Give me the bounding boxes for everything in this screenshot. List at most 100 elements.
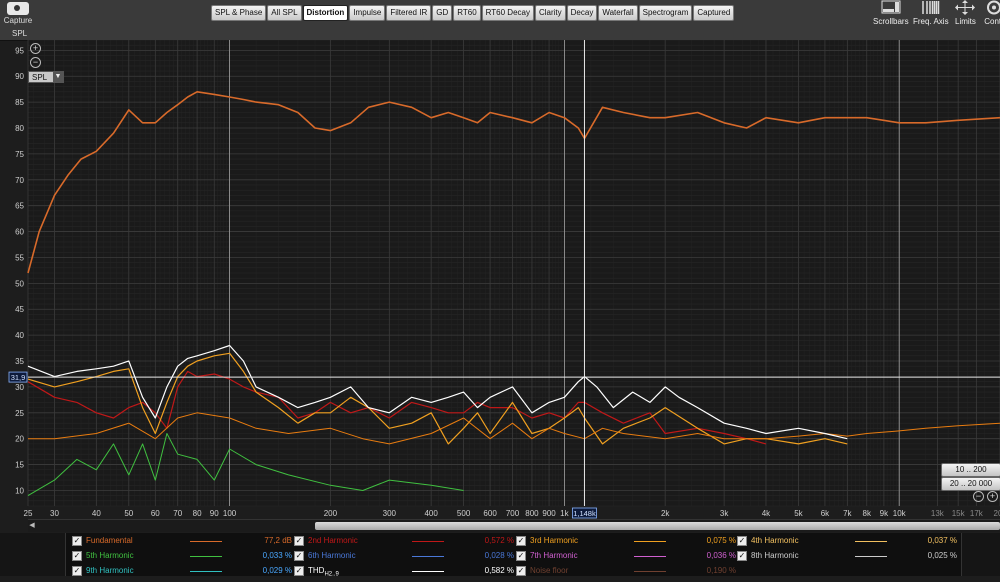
- x-tick-label: 2k: [661, 509, 670, 518]
- legend-series-label: 8th Harmonic: [751, 551, 799, 560]
- legend-series-name: 4th Harmonic: [751, 534, 799, 548]
- capture-button[interactable]: Capture: [2, 0, 34, 25]
- tab-clarity[interactable]: Clarity: [534, 5, 566, 21]
- x-zoom-out-icon[interactable]: −: [973, 491, 984, 502]
- legend-checkbox[interactable]: ✓: [516, 566, 526, 576]
- x-tick-label: 80: [193, 509, 202, 518]
- y-tick-label: 60: [15, 228, 24, 237]
- tab-impulse[interactable]: Impulse: [349, 5, 386, 21]
- legend-item: ✓ 6th Harmonic 0,028 %: [294, 549, 516, 563]
- legend-checkbox[interactable]: ✓: [737, 551, 747, 561]
- tab-waterfall[interactable]: Waterfall: [598, 5, 638, 21]
- y-axis-select-value: SPL: [32, 73, 48, 82]
- x-tick-label: 40: [92, 509, 101, 518]
- limits-label: Limits: [955, 17, 976, 26]
- controls-button[interactable]: Contr: [984, 0, 1000, 26]
- legend-series-label: 4th Harmonic: [751, 536, 799, 545]
- y-tick-label: 45: [15, 305, 24, 314]
- legend-series-label: Noise floor: [530, 566, 569, 575]
- legend-series-label: THD: [308, 566, 325, 575]
- legend-swatch: [634, 556, 666, 557]
- legend-checkbox[interactable]: ✓: [72, 536, 82, 546]
- scrollbar-thumb[interactable]: [315, 522, 1000, 530]
- legend-swatch: [190, 556, 222, 557]
- legend-checkbox[interactable]: ✓: [294, 566, 304, 576]
- y-tick-label: 90: [15, 72, 24, 81]
- x-tick-label: 700: [506, 509, 520, 518]
- legend-value: 0,028 %: [484, 551, 514, 560]
- limits-button[interactable]: Limits: [955, 0, 976, 26]
- legend-series-name: 5th Harmonic: [86, 549, 134, 563]
- x-tick-label: 600: [483, 509, 497, 518]
- tab-spl-phase[interactable]: SPL & Phase: [211, 5, 267, 21]
- x-tick-label: 5k: [794, 509, 803, 518]
- tab-gd[interactable]: GD: [432, 5, 453, 21]
- x-tick-label: 60: [151, 509, 160, 518]
- legend-value: 0,033 %: [262, 551, 292, 560]
- tab-filtered-ir[interactable]: Filtered IR: [386, 5, 432, 21]
- legend-series-label: 7th Harmonic: [530, 551, 578, 560]
- legend-value: 0,075 %: [706, 536, 736, 545]
- distortion-chart[interactable]: 10 15 20 25 30 35 40 45 50 55 60 65 70 75 80 85 90 95 25 30…: [0, 40, 1000, 520]
- legend-series-name: Fundamental: [86, 534, 133, 548]
- x-tick-label: 15k: [952, 509, 966, 518]
- legend-swatch: [855, 556, 887, 557]
- x-tick-label: 900: [542, 509, 556, 518]
- scrollbars-button[interactable]: Scrollbars: [873, 0, 909, 26]
- x-tick-label: 20k: [994, 509, 1000, 518]
- x-tick-label: 100: [223, 509, 237, 518]
- range-10-200-button[interactable]: 10 .. 200: [941, 463, 1000, 477]
- y-tick-label: 25: [15, 409, 24, 418]
- legend-swatch: [190, 571, 222, 572]
- legend-checkbox[interactable]: ✓: [516, 536, 526, 546]
- range-20-20000-button[interactable]: 20 .. 20 000: [941, 477, 1000, 491]
- freq-axis-icon: [922, 1, 940, 14]
- capture-label: Capture: [3, 16, 33, 25]
- legend-item: ✓ 8th Harmonic 0,025 %: [737, 549, 959, 563]
- x-tick-label: 8k: [863, 509, 872, 518]
- legend-item: ✓ 4th Harmonic 0,037 %: [737, 534, 959, 548]
- tab-decay[interactable]: Decay: [566, 5, 598, 21]
- y-tick-label: 50: [15, 279, 24, 288]
- horizontal-scrollbar[interactable]: ◀: [28, 519, 1000, 532]
- tab-rt60[interactable]: RT60: [453, 5, 481, 21]
- tab-distortion[interactable]: Distortion: [302, 5, 349, 21]
- y-tick-label: 80: [15, 124, 24, 133]
- y-axis-select[interactable]: SPL ▼: [28, 71, 64, 83]
- legend-checkbox[interactable]: ✓: [72, 566, 82, 576]
- scrollbars-icon: [881, 0, 901, 14]
- cursor-readout-x: 1,148k: [573, 509, 596, 518]
- zoom-in-icon[interactable]: +: [30, 43, 41, 54]
- legend-value: 77,2 dB: [264, 536, 292, 545]
- scroll-left-icon[interactable]: ◀: [28, 521, 36, 531]
- x-tick-label: 70: [173, 509, 182, 518]
- legend-series-name: THDH2..9: [308, 564, 339, 582]
- x-tick-label: 500: [457, 509, 471, 518]
- toolbar: Capture SPL & Phase All SPL Distortion Impu…: [0, 0, 1000, 41]
- legend-swatch: [412, 541, 444, 542]
- legend-swatch: [634, 571, 666, 572]
- legend-checkbox[interactable]: ✓: [294, 551, 304, 561]
- zoom-out-icon[interactable]: −: [30, 57, 41, 68]
- tab-captured[interactable]: Captured: [693, 5, 735, 21]
- tab-all-spl[interactable]: All SPL: [267, 5, 302, 21]
- freq-axis-label: Freq. Axis: [913, 17, 949, 26]
- legend-series-name: 7th Harmonic: [530, 549, 578, 563]
- x-tick-label: 200: [324, 509, 338, 518]
- legend-checkbox[interactable]: ✓: [737, 536, 747, 546]
- tab-spectrogram[interactable]: Spectrogram: [638, 5, 693, 21]
- legend-checkbox[interactable]: ✓: [516, 551, 526, 561]
- legend-item: ✓ 7th Harmonic 0,036 %: [516, 549, 738, 563]
- legend-panel: ✓ Fundamental 77,2 dB ✓ 2nd Harmonic 0,572 % ✓…: [65, 533, 962, 578]
- legend-swatch: [855, 541, 887, 542]
- x-zoom-in-icon[interactable]: +: [987, 491, 998, 502]
- freq-axis-button[interactable]: Freq. Axis: [913, 0, 949, 26]
- legend-swatch: [412, 556, 444, 557]
- legend-series-label: 5th Harmonic: [86, 551, 134, 560]
- legend-checkbox[interactable]: ✓: [294, 536, 304, 546]
- y-tick-label: 85: [15, 98, 24, 107]
- legend-checkbox[interactable]: ✓: [72, 551, 82, 561]
- tab-rt60-decay[interactable]: RT60 Decay: [481, 5, 534, 21]
- x-tick-label: 9k: [880, 509, 889, 518]
- legend-item: ✓ 2nd Harmonic 0,572 %: [294, 534, 516, 548]
